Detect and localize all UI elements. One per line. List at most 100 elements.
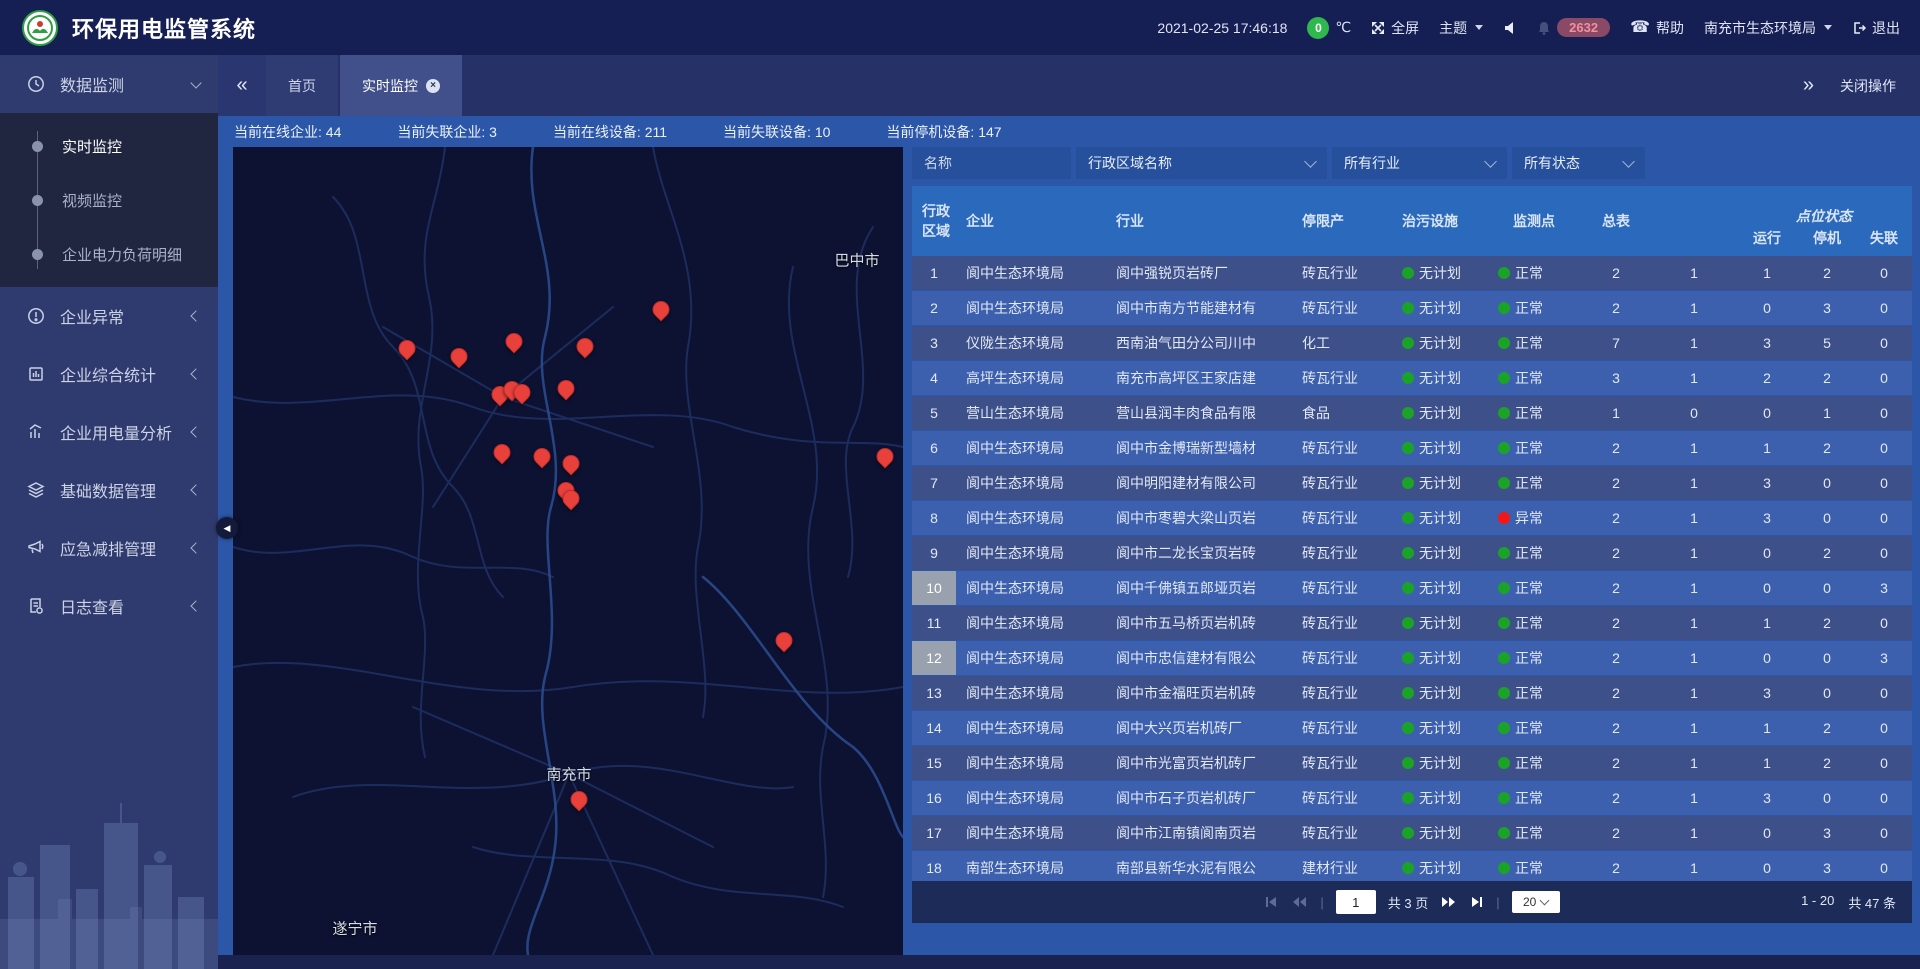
- cell-monitor-points: 2: [1580, 685, 1652, 701]
- status-select[interactable]: 所有状态: [1512, 147, 1645, 179]
- sidebar-item-emergency-reduction[interactable]: 应急减排管理: [0, 519, 218, 577]
- map-city-label: 遂宁市: [332, 918, 377, 939]
- page-size-select[interactable]: 20: [1512, 891, 1560, 913]
- app-root: 环保用电监管系统 2021-02-25 17:46:18 0 ℃ 全屏 主题: [0, 0, 1920, 969]
- row-number: 16: [912, 781, 956, 815]
- table-row[interactable]: 15 阆中生态环境局 阆中市光富页岩机砖厂 砖瓦行业 无计划 正常 2 1 1 …: [912, 746, 1912, 780]
- sidebar-item-label: 基础数据管理: [60, 478, 178, 502]
- submenu-data-monitoring: 实时监控 视频监控 企业电力负荷明细: [0, 113, 218, 287]
- cell-region: 阆中生态环境局: [956, 298, 1106, 318]
- notifications[interactable]: 2632: [1537, 18, 1610, 37]
- cell-production: 无计划: [1392, 578, 1488, 598]
- sidebar-item-video-monitoring[interactable]: 视频监控: [0, 173, 218, 227]
- cell-total-meter: 1: [1652, 475, 1736, 491]
- chevron-down-icon: [1304, 155, 1317, 168]
- table-row[interactable]: 8 阆中生态环境局 阆中市枣碧大梁山页岩 砖瓦行业 无计划 异常 2 1 3 0: [912, 501, 1912, 535]
- cell-running: 1: [1736, 755, 1798, 771]
- sidebar-item-base-data[interactable]: 基础数据管理: [0, 461, 218, 519]
- cell-company: 营山县润丰肉食品有限: [1106, 403, 1292, 423]
- tab-home[interactable]: 首页: [266, 55, 338, 116]
- status-dot: [1402, 652, 1414, 664]
- close-operations-button[interactable]: 关闭操作: [1840, 76, 1896, 96]
- row-number: 5: [912, 396, 956, 430]
- table-row[interactable]: 14 阆中生态环境局 阆中大兴页岩机砖厂 砖瓦行业 无计划 正常 2 1 1 2: [912, 711, 1912, 745]
- help-label: 帮助: [1656, 18, 1684, 38]
- map-city-label: 巴中市: [834, 250, 879, 271]
- cell-monitor-points: 1: [1580, 405, 1652, 421]
- industry-select[interactable]: 所有行业: [1332, 147, 1507, 179]
- stat-item: 当前停机设备: 147: [886, 122, 1001, 142]
- col-treatment: 治污设施: [1392, 186, 1488, 256]
- help-button[interactable]: ☎ 帮助: [1630, 18, 1684, 38]
- cell-region: 南部生态环境局: [956, 858, 1106, 878]
- notification-count-badge: 2632: [1557, 18, 1610, 37]
- sidebar-item-data-monitoring[interactable]: 数据监测: [0, 55, 218, 113]
- table-row[interactable]: 2 阆中生态环境局 阆中市南方节能建材有 砖瓦行业 无计划 正常 2 1 0 3: [912, 291, 1912, 325]
- cell-treatment: 正常: [1488, 298, 1580, 318]
- table-row[interactable]: 5 营山生态环境局 营山县润丰肉食品有限 食品 无计划 正常 1 0 0 1 0: [912, 396, 1912, 430]
- page-number-input[interactable]: [1336, 890, 1376, 914]
- sidebar-item-log-view[interactable]: 日志查看: [0, 577, 218, 635]
- status-dot: [1402, 827, 1414, 839]
- chevron-down-icon: [1622, 155, 1635, 168]
- table-row[interactable]: 17 阆中生态环境局 阆中市江南镇阆南页岩 砖瓦行业 无计划 正常 2 1 0 …: [912, 816, 1912, 850]
- stats-bar: 当前在线企业: 44 当前失联企业: 3 当前在线设备: 211 当前失联设备:…: [218, 116, 1920, 147]
- last-page-button[interactable]: [1469, 895, 1484, 909]
- sidebar-item-realtime-monitoring[interactable]: 实时监控: [0, 119, 218, 173]
- close-icon[interactable]: ×: [426, 79, 440, 93]
- theme-dropdown[interactable]: 主题: [1439, 18, 1483, 38]
- cell-region: 阆中生态环境局: [956, 718, 1106, 738]
- table-row[interactable]: 12 阆中生态环境局 阆中市忠信建材有限公 砖瓦行业 无计划 正常 2 1 0 …: [912, 641, 1912, 675]
- cell-offline: 0: [1856, 545, 1912, 561]
- table-row[interactable]: 3 仪陇生态环境局 西南油气田分公司川中 化工 无计划 正常 7 1 3 5 0: [912, 326, 1912, 360]
- cell-total-meter: 1: [1652, 755, 1736, 771]
- panel-collapse-handle[interactable]: ◀: [216, 517, 238, 539]
- region-select[interactable]: 行政区域名称: [1076, 147, 1327, 179]
- cell-monitor-points: 3: [1580, 370, 1652, 386]
- first-page-button[interactable]: [1264, 895, 1279, 909]
- sidebar-item-company-statistics[interactable]: 企业综合统计: [0, 345, 218, 403]
- tab-realtime-monitoring[interactable]: 实时监控 ×: [340, 55, 462, 116]
- select-value: 所有行业: [1344, 153, 1400, 173]
- map-panel[interactable]: 巴中市 南充市 遂宁市: [233, 147, 903, 955]
- table-row[interactable]: 18 南部生态环境局 南部县新华水泥有限公 建材行业 无计划 正常 2 1 0 …: [912, 851, 1912, 881]
- cell-treatment: 正常: [1488, 718, 1580, 738]
- next-page-button[interactable]: [1440, 895, 1457, 909]
- table-row[interactable]: 11 阆中生态环境局 阆中市五马桥页岩机砖 砖瓦行业 无计划 正常 2 1 1 …: [912, 606, 1912, 640]
- cell-company: 阆中强锐页岩砖厂: [1106, 263, 1292, 283]
- cell-total-meter: 1: [1652, 825, 1736, 841]
- table-row[interactable]: 13 阆中生态环境局 阆中市金福旺页岩机砖 砖瓦行业 无计划 正常 2 1 3 …: [912, 676, 1912, 710]
- cell-monitor-points: 2: [1580, 580, 1652, 596]
- table-row[interactable]: 9 阆中生态环境局 阆中市二龙长宝页岩砖 砖瓦行业 无计划 正常 2 1 0 2: [912, 536, 1912, 570]
- name-search-input[interactable]: [912, 147, 1071, 179]
- sidebar-item-power-analysis[interactable]: 企业用电量分析: [0, 403, 218, 461]
- table-row[interactable]: 1 阆中生态环境局 阆中强锐页岩砖厂 砖瓦行业 无计划 正常 2 1 1 2 0: [912, 256, 1912, 290]
- app-logo-icon: [22, 10, 58, 46]
- filter-bar: 行政区域名称 所有行业 所有状态: [912, 147, 1912, 179]
- sidebar-item-power-load-detail[interactable]: 企业电力负荷明细: [0, 227, 218, 281]
- table-row[interactable]: 7 阆中生态环境局 阆中明阳建材有限公司 砖瓦行业 无计划 正常 2 1 3 0: [912, 466, 1912, 500]
- cell-region: 阆中生态环境局: [956, 543, 1106, 563]
- status-dot: [1402, 477, 1414, 489]
- cell-region: 阆中生态环境局: [956, 823, 1106, 843]
- cell-production: 无计划: [1392, 298, 1488, 318]
- table-row[interactable]: 6 阆中生态环境局 阆中市金博瑞新型墙材 砖瓦行业 无计划 正常 2 1 1 2: [912, 431, 1912, 465]
- tab-scroll-left-button[interactable]: «: [218, 55, 266, 116]
- cell-treatment: 正常: [1488, 578, 1580, 598]
- status-dot: [1402, 302, 1414, 314]
- sidebar-item-company-abnormal[interactable]: 企业异常: [0, 287, 218, 345]
- chevron-down-icon: [1475, 25, 1483, 30]
- prev-page-button[interactable]: [1291, 895, 1308, 909]
- cell-region: 阆中生态环境局: [956, 508, 1106, 528]
- cell-company: 南部县新华水泥有限公: [1106, 858, 1292, 878]
- table-row[interactable]: 16 阆中生态环境局 阆中市石子页岩机砖厂 砖瓦行业 无计划 正常 2 1 3 …: [912, 781, 1912, 815]
- cell-stopped: 0: [1798, 790, 1856, 806]
- table-row[interactable]: 4 高坪生态环境局 南充市高坪区王家店建 砖瓦行业 无计划 正常 3 1 2 2: [912, 361, 1912, 395]
- user-dropdown[interactable]: 南充市生态环境局: [1704, 18, 1832, 38]
- sound-button[interactable]: [1503, 21, 1517, 35]
- cell-treatment: 正常: [1488, 403, 1580, 423]
- table-row[interactable]: 10 阆中生态环境局 阆中千佛镇五郎垭页岩 砖瓦行业 无计划 正常 2 1 0 …: [912, 571, 1912, 605]
- logout-button[interactable]: 退出: [1852, 18, 1900, 38]
- fullscreen-button[interactable]: 全屏: [1371, 18, 1419, 38]
- tab-scroll-right-button[interactable]: »: [1803, 74, 1814, 97]
